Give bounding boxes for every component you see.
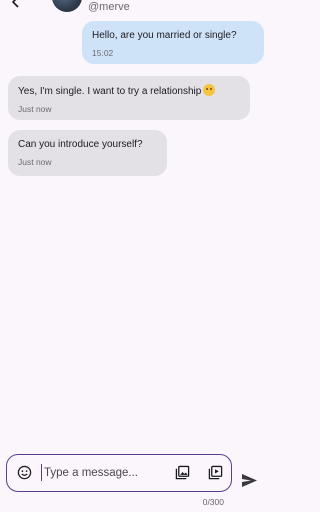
avatar[interactable] xyxy=(52,0,82,12)
message-input[interactable] xyxy=(44,463,164,483)
message-text-container: Yes, I'm single. I want to try a relatio… xyxy=(18,84,240,98)
arrow-back-icon xyxy=(11,0,19,8)
video-icon xyxy=(208,465,222,479)
message-text: Can you introduce yourself? xyxy=(18,139,143,150)
video-button[interactable] xyxy=(207,464,223,480)
message-bubble-incoming[interactable]: Can you introduce yourself? Just now xyxy=(8,130,167,176)
message-bubble-incoming[interactable]: Yes, I'm single. I want to try a relatio… xyxy=(8,76,250,120)
message-bubble-outgoing[interactable]: Hello, are you married or single? 15:02 xyxy=(82,21,264,64)
message-text: Hello, are you married or single? xyxy=(92,30,237,41)
chat-header: @merve xyxy=(0,0,272,16)
send-icon xyxy=(241,473,257,487)
emoji-icon xyxy=(17,465,31,479)
text-cursor xyxy=(41,464,43,481)
gallery-icon xyxy=(175,465,189,479)
username: @merve xyxy=(88,1,130,13)
gallery-button[interactable] xyxy=(174,464,190,480)
more-menu-button[interactable] xyxy=(254,0,264,8)
message-text: Yes, I'm single. I want to try a relatio… xyxy=(18,86,202,97)
message-composer xyxy=(6,454,232,492)
send-button[interactable] xyxy=(240,471,258,489)
chat-screen: @merve Hello, are you married or single?… xyxy=(0,0,272,512)
message-time: Just now xyxy=(18,104,52,114)
message-time: 15:02 xyxy=(92,48,114,58)
back-button[interactable] xyxy=(8,0,24,10)
emoji-button[interactable] xyxy=(16,464,32,480)
character-counter: 0/300 xyxy=(202,497,224,507)
smiling-face-icon xyxy=(203,84,216,96)
message-time: Just now xyxy=(18,157,52,167)
